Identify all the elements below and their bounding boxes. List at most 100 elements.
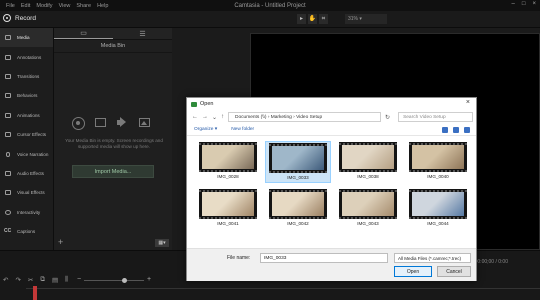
sidebar-item-label: Cursor Effects	[17, 132, 47, 138]
image-icon	[138, 117, 151, 128]
search-input[interactable]: Search Video Setup	[398, 112, 474, 122]
file-item[interactable]: IMG_0043	[335, 188, 401, 230]
dialog-titlebar: Open	[187, 98, 476, 110]
hand-tool-icon[interactable]: ✋	[308, 14, 317, 24]
media-type-icons	[72, 117, 151, 130]
sidebar-item-label: Captions	[17, 229, 36, 235]
file-item[interactable]: IMG_0038	[335, 141, 401, 183]
new-folder-button[interactable]: New folder	[231, 127, 254, 132]
back-icon[interactable]: ←	[192, 114, 198, 120]
canvas-tools: ▸ ✋ ⌗	[297, 14, 328, 24]
timeline-ruler[interactable]	[26, 288, 540, 293]
sidebar-item-behaviors[interactable]: Behaviors	[0, 86, 53, 105]
dialog-close-icon[interactable]: ×	[466, 99, 470, 106]
audio-effects-icon	[4, 170, 12, 177]
crop-tool-icon[interactable]: ⌗	[319, 14, 328, 24]
split-icon[interactable]: ⫼	[65, 276, 68, 284]
file-name: IMG_0041	[217, 221, 239, 226]
video-thumbnail	[199, 189, 257, 219]
file-name: IMG_0043	[357, 221, 379, 226]
tools-sidebar: Media Annotations Transitions Behaviors …	[0, 28, 54, 250]
refresh-icon[interactable]: ↻	[385, 114, 390, 121]
window-title: Camtasia - Untitled Project	[234, 2, 306, 9]
sidebar-item-media[interactable]: Media	[0, 28, 53, 48]
zoom-select[interactable]: 31% ▾	[345, 14, 387, 24]
view-toggle-icon[interactable]: ▦▾	[155, 239, 169, 247]
open-file-dialog: Open × ← → ⌄ ↑ Documents (\\) › Marketin…	[186, 97, 477, 281]
tab-media-bin[interactable]: ▭	[54, 28, 113, 39]
maximize-icon[interactable]: □	[522, 1, 526, 7]
close-icon[interactable]: ×	[532, 1, 536, 7]
file-name: IMG_0028	[217, 174, 239, 179]
sidebar-item-animations[interactable]: Animations	[0, 106, 53, 125]
sidebar-item-label: Audio Effects	[17, 170, 44, 176]
file-name: IMG_0040	[427, 174, 449, 179]
sidebar-item-cursor-effects[interactable]: Cursor Effects	[0, 125, 53, 144]
sidebar-item-visual-effects[interactable]: Visual Effects	[0, 183, 53, 202]
change-view-icon[interactable]	[442, 127, 448, 133]
file-name: IMG_0044	[427, 221, 449, 226]
zoom-in-icon[interactable]: +	[147, 276, 151, 283]
file-item[interactable]: IMG_0041	[195, 188, 261, 230]
file-item[interactable]: IMG_0040	[405, 141, 471, 183]
camtasia-icon	[191, 101, 197, 107]
sidebar-item-transitions[interactable]: Transitions	[0, 67, 53, 86]
video-thumbnail	[339, 189, 397, 219]
organize-button[interactable]: Organize ▾	[194, 127, 217, 132]
cancel-button[interactable]: Cancel	[437, 266, 471, 277]
recent-locations-icon[interactable]: ⌄	[212, 114, 217, 121]
transitions-icon	[4, 73, 12, 80]
animations-icon	[4, 112, 12, 119]
sidebar-item-captions[interactable]: Captions	[0, 222, 53, 241]
record-label: Record	[15, 14, 36, 22]
add-icon[interactable]: +	[58, 237, 63, 247]
playhead[interactable]	[33, 286, 37, 300]
record-button[interactable]: Record	[3, 14, 36, 22]
cut-icon[interactable]: ✂	[28, 276, 33, 284]
tab-library[interactable]: ☰	[113, 28, 172, 39]
media-icon	[4, 34, 12, 41]
video-thumbnail	[199, 142, 257, 172]
sidebar-item-annotations[interactable]: Annotations	[0, 47, 53, 66]
file-item[interactable]: IMG_0028	[195, 141, 261, 183]
preview-pane-icon[interactable]	[453, 127, 459, 133]
file-name-input[interactable]: IMG_0033	[260, 253, 388, 263]
video-thumbnail	[339, 142, 397, 172]
undo-icon[interactable]: ↶	[3, 276, 8, 284]
file-item[interactable]: IMG_0033	[265, 141, 331, 183]
sidebar-item-audio-effects[interactable]: Audio Effects	[0, 164, 53, 183]
import-media-button[interactable]: Import Media...	[72, 165, 154, 178]
help-icon[interactable]	[464, 127, 470, 133]
dialog-footer: File name: IMG_0033 All Media Files (*.c…	[187, 248, 476, 281]
file-type-select[interactable]: All Media Files (*.camrec;*.trec)	[394, 253, 471, 263]
file-grid: IMG_0028 IMG_0033 IMG_0038 IMG_0040 IMG_…	[195, 141, 472, 230]
up-icon[interactable]: ↑	[221, 114, 224, 120]
camtasia-window: File Edit Modify View Share Help Camtasi…	[0, 0, 540, 300]
panel-title: Media Bin	[54, 40, 172, 53]
arrow-tool-icon[interactable]: ▸	[297, 14, 306, 24]
copy-icon[interactable]: ⧉	[40, 276, 45, 284]
sidebar-item-interactivity[interactable]: Interactivity	[0, 203, 53, 222]
sidebar-item-voice-narration[interactable]: Voice Narration	[0, 144, 53, 163]
video-thumbnail	[409, 189, 467, 219]
paste-icon[interactable]: ▤	[52, 276, 58, 284]
panel-tabs: ▭ ☰	[54, 28, 172, 40]
timeline-zoom-slider[interactable]	[84, 278, 144, 283]
zoom-out-icon[interactable]: −	[77, 276, 81, 283]
video-thumbnail	[409, 142, 467, 172]
empty-bin-message: Your Media Bin is empty. Screen recordin…	[65, 138, 163, 150]
menu-bar: File Edit Modify View Share Help Camtasi…	[0, 0, 540, 11]
redo-icon[interactable]: ↷	[15, 276, 20, 284]
view-options	[442, 127, 470, 133]
address-bar[interactable]: Documents (\\) › Marketing › Video Setup	[228, 112, 382, 122]
monitor-icon: ▭	[80, 30, 87, 37]
forward-icon[interactable]: →	[202, 114, 208, 120]
file-name-label: File name:	[227, 255, 251, 261]
file-item[interactable]: IMG_0042	[265, 188, 331, 230]
record-icon	[3, 14, 11, 22]
file-item[interactable]: IMG_0044	[405, 188, 471, 230]
open-button[interactable]: Open	[394, 266, 432, 277]
window-controls: – □ ×	[512, 1, 536, 7]
zoom-slider-handle[interactable]	[122, 278, 127, 283]
minimize-icon[interactable]: –	[512, 1, 515, 7]
